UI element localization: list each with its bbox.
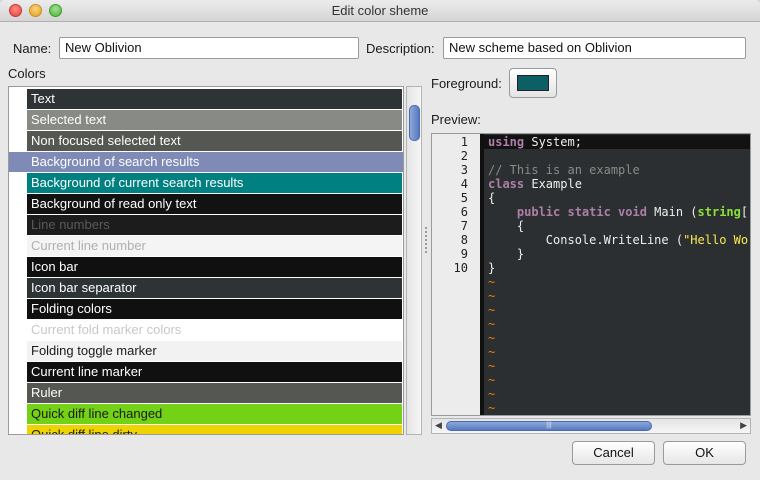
empty-line-marker: ~: [488, 373, 496, 387]
foreground-label: Foreground:: [431, 76, 502, 91]
line-number: 5: [460, 191, 468, 205]
line-number: 7: [460, 219, 468, 233]
line-number: 9: [460, 247, 468, 261]
foreground-color-button[interactable]: [509, 68, 557, 98]
description-field[interactable]: New scheme based on Oblivion: [443, 37, 746, 59]
color-item[interactable]: Background of current search results: [27, 173, 402, 193]
name-field[interactable]: New Oblivion: [59, 37, 359, 59]
color-item[interactable]: Folding colors: [27, 299, 402, 319]
empty-line-marker: ~: [488, 401, 496, 415]
color-item[interactable]: Current line number: [27, 236, 402, 256]
code-line-8: Console.WriteLine ("Hello World": [488, 233, 750, 247]
minimize-window-button[interactable]: [29, 4, 42, 17]
window-title: Edit color sheme: [331, 3, 429, 18]
splitter-handle[interactable]: [424, 225, 428, 265]
foreground-color-swatch: [517, 75, 549, 91]
color-item[interactable]: Selected text: [27, 110, 402, 130]
line-number: 3: [460, 163, 468, 177]
description-label: Description:: [366, 41, 435, 56]
code-line-7: {: [488, 219, 525, 233]
name-label: Name:: [13, 41, 52, 56]
edit-color-scheme-dialog: Edit color sheme Name: New Oblivion Desc…: [0, 0, 760, 480]
empty-line-marker: ~: [488, 289, 496, 303]
colors-label: Colors: [8, 66, 46, 81]
empty-line-marker: ~: [488, 331, 496, 345]
empty-line-marker: ~: [488, 303, 496, 317]
code-line-1: using System;: [488, 135, 582, 149]
scroll-right-icon[interactable]: ▶: [740, 420, 747, 431]
color-item[interactable]: Quick diff line changed: [27, 404, 402, 424]
color-item[interactable]: Current line marker: [27, 362, 402, 382]
colors-vertical-scrollbar[interactable]: [406, 86, 422, 435]
title-bar: Edit color sheme: [0, 0, 760, 22]
line-number: 10: [453, 261, 468, 275]
color-item[interactable]: Folding toggle marker: [27, 341, 402, 361]
line-number-gutter: 1 2 3 4 5 6 7 8 9 10: [432, 134, 480, 415]
line-number: 6: [460, 205, 468, 219]
preview-horizontal-scrollbar[interactable]: ◀ ||| ▶: [431, 418, 751, 434]
cancel-button[interactable]: Cancel: [572, 441, 655, 465]
empty-line-marker: ~: [488, 387, 496, 401]
scroll-left-icon[interactable]: ◀: [435, 420, 442, 431]
line-number: 1: [460, 135, 468, 149]
vertical-scroll-thumb[interactable]: [409, 105, 420, 141]
empty-line-marker: ~: [488, 317, 496, 331]
code-line-3: // This is an example: [488, 163, 640, 177]
code-line-4: class Example: [488, 177, 582, 191]
line-number: 4: [460, 177, 468, 191]
close-window-button[interactable]: [9, 4, 22, 17]
code-line-10: }: [488, 261, 496, 275]
code-line-6: public static void Main (string[]: [516, 205, 750, 219]
code-line-9: }: [488, 247, 525, 261]
code-line-5: {: [488, 191, 496, 205]
color-item[interactable]: Quick diff line dirty: [27, 425, 402, 434]
color-item[interactable]: Current fold marker colors: [27, 320, 402, 340]
folding-bar: [480, 134, 484, 415]
maximize-window-button[interactable]: [49, 4, 62, 17]
color-item[interactable]: Background of read only text: [27, 194, 402, 214]
ok-button[interactable]: OK: [663, 441, 746, 465]
colors-list[interactable]: Text Selected text Non focused selected te…: [8, 86, 404, 435]
color-item[interactable]: Line numbers: [27, 215, 402, 235]
line-number: 2: [460, 149, 468, 163]
empty-line-marker: ~: [488, 359, 496, 373]
color-item[interactable]: Ruler: [27, 383, 402, 403]
preview-label: Preview:: [431, 112, 481, 127]
color-item[interactable]: Non focused selected text: [27, 131, 402, 151]
empty-line-marker: ~: [488, 345, 496, 359]
line-number: 8: [460, 233, 468, 247]
horizontal-scroll-thumb[interactable]: |||: [446, 421, 652, 431]
empty-line-marker: ~: [488, 275, 496, 289]
color-item[interactable]: Text: [27, 89, 402, 109]
color-item[interactable]: Icon bar: [27, 257, 402, 277]
color-item[interactable]: Background of search results: [27, 152, 402, 172]
preview-editor[interactable]: 1 2 3 4 5 6 7 8 9 10 using System; // Th…: [431, 133, 751, 416]
color-item[interactable]: Icon bar separator: [27, 278, 402, 298]
